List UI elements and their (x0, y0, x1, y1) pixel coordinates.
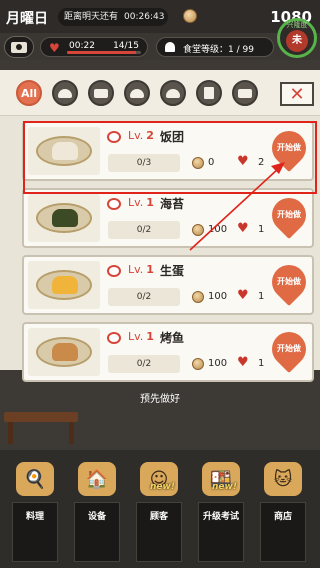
new-badge: new! (212, 482, 237, 492)
dock-label: 料理 (12, 502, 58, 562)
dock-button-3[interactable]: ☺ new! 顾客 (134, 462, 184, 562)
cooking-icon: 🍳 (16, 462, 54, 496)
dock-label: 商店 (260, 502, 306, 562)
dock-label: 升级考试 (198, 502, 244, 562)
wooden-table (4, 412, 78, 444)
bottom-dock: 🍳 料理 🏠 设备 ☺ new! 顾客 🍱 new! 升级考试 🐱 商店 (0, 450, 320, 568)
new-badge: new! (150, 482, 175, 492)
dock-button-2[interactable]: 🏠 设备 (72, 462, 122, 562)
prepare-ahead-hint: 预先做好 (140, 394, 180, 405)
dock-button-4[interactable]: 🍱 new! 升级考试 (196, 462, 246, 562)
dock-label: 顾客 (136, 502, 182, 562)
shop-building-icon: 🏠 (78, 462, 116, 496)
dock-label: 设备 (74, 502, 120, 562)
dock-button-5[interactable]: 🐱 商店 (258, 462, 308, 562)
lucky-cat-icon: 🐱 (264, 462, 302, 496)
dock-button-1[interactable]: 🍳 料理 (10, 462, 60, 562)
